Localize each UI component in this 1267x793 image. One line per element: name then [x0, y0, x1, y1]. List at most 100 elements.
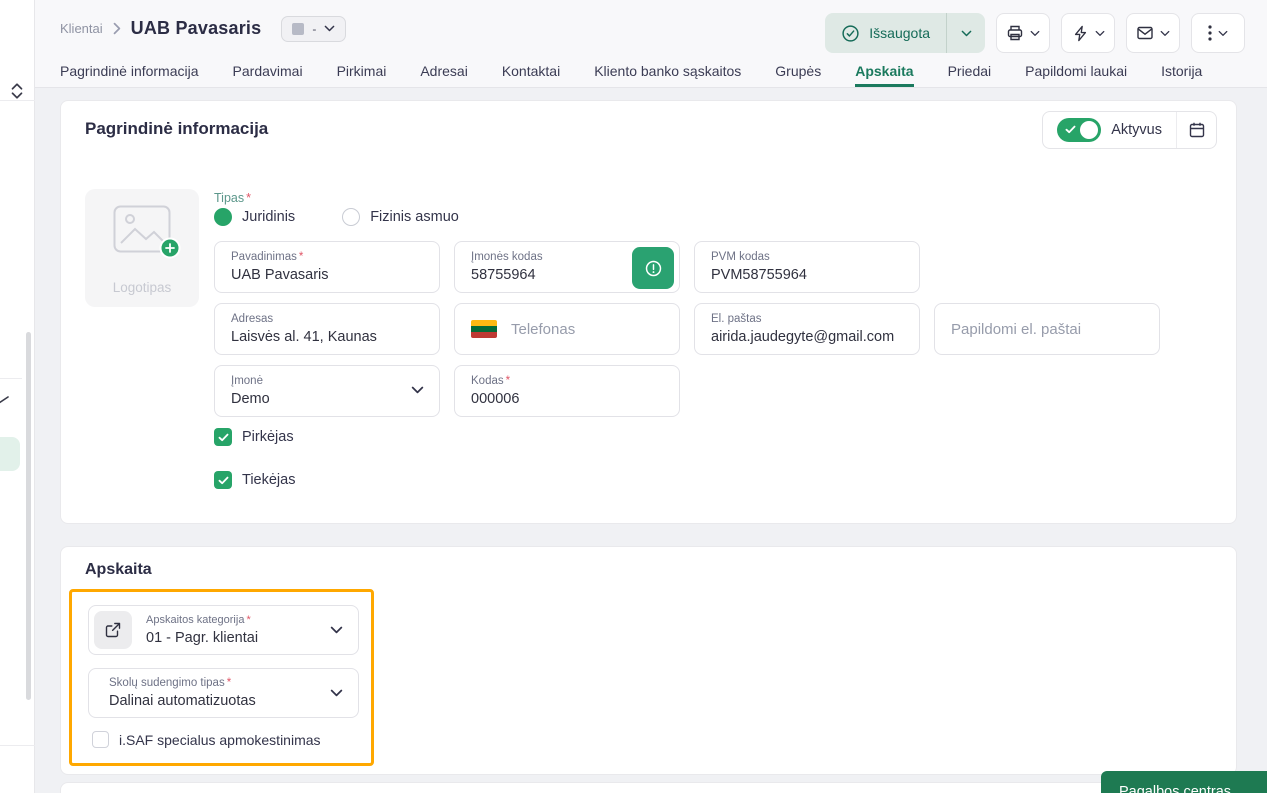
help-center-button[interactable]: Pagalbos centras [1101, 771, 1267, 793]
telefonas-field[interactable]: Telefonas [454, 303, 680, 355]
chevron-down-icon[interactable] [947, 13, 985, 53]
field-placeholder: Papildomi el. paštai [951, 321, 1081, 338]
field-value: Dalinai automatizuotas [109, 691, 344, 712]
chevron-down-icon [324, 25, 335, 32]
papildomi-el-pastai-field[interactable]: Papildomi el. paštai [934, 303, 1160, 355]
type-radio-group: Juridinis Fizinis asmuo [214, 208, 459, 226]
radio-juridinis-label[interactable]: Juridinis [242, 209, 295, 225]
main-info-card: Pagrindinė informacija Aktyvus Logotipas [60, 100, 1237, 524]
unfold-icon[interactable] [9, 82, 25, 100]
field-value: Demo [231, 389, 425, 410]
tab-kliento-banko-saskaitos[interactable]: Kliento banko sąskaitos [594, 57, 741, 87]
tab-bar: Pagrindinė informacija Pardavimai Pirkim… [35, 57, 1267, 88]
sidebar-partial-icon [0, 395, 12, 407]
registry-check-button[interactable] [632, 247, 674, 289]
tiekejas-checkbox-row[interactable]: Tiekėjas [214, 471, 295, 489]
tab-pagrindine-informacija[interactable]: Pagrindinė informacija [60, 57, 199, 87]
actions-dropdown-button[interactable] [1061, 13, 1115, 53]
field-value: UAB Pavasaris [231, 265, 425, 286]
open-category-button[interactable] [94, 611, 132, 649]
sidebar [0, 0, 35, 793]
checkbox-checked-icon[interactable] [214, 428, 232, 446]
chevron-down-icon [1218, 30, 1228, 37]
tab-apskaita[interactable]: Apskaita [855, 57, 913, 87]
chevron-down-icon [330, 626, 343, 634]
tab-adresai[interactable]: Adresai [420, 57, 467, 87]
breadcrumb-parent-link[interactable]: Klientai [60, 21, 103, 36]
pavadinimas-field[interactable]: Pavadinimas* UAB Pavasaris [214, 241, 440, 293]
radio-fizinis-asmuo-label[interactable]: Fizinis asmuo [370, 209, 459, 225]
saved-status-label: Išsaugota [869, 25, 930, 41]
field-label: Kodas* [471, 374, 665, 388]
check-circle-icon [841, 24, 860, 43]
email-dropdown-button[interactable] [1126, 13, 1180, 53]
highlighted-section: Apskaitos kategorija* 01 - Pagr. klienta… [69, 589, 374, 766]
calendar-icon [1188, 121, 1206, 139]
tab-grupes[interactable]: Grupės [775, 57, 821, 87]
sidebar-divider [0, 378, 22, 379]
tab-istorija[interactable]: Istorija [1161, 57, 1202, 87]
active-toggle-label: Aktyvus [1111, 122, 1162, 138]
logo-upload[interactable]: Logotipas [85, 189, 199, 307]
apskaitos-kategorija-select[interactable]: Apskaitos kategorija* 01 - Pagr. klienta… [88, 605, 359, 655]
lightning-icon [1072, 25, 1089, 42]
field-label: PVM kodas [711, 250, 905, 264]
field-value: 000006 [471, 389, 665, 410]
tab-pirkimai[interactable]: Pirkimai [337, 57, 387, 87]
radio-juridinis[interactable] [214, 208, 232, 226]
next-card-partial [60, 782, 1237, 793]
type-field-label: Tipas* [214, 191, 251, 205]
color-tag-value: - [312, 22, 316, 36]
color-tag-dropdown[interactable]: - [281, 16, 346, 42]
pirkejas-checkbox-row[interactable]: Pirkėjas [214, 428, 294, 446]
toggle-switch[interactable] [1057, 118, 1101, 142]
card-title: Apskaita [85, 561, 152, 579]
toggle-knob [1080, 121, 1098, 139]
chevron-down-icon [1095, 30, 1105, 37]
saved-status-button[interactable]: Išsaugota [825, 13, 985, 53]
tab-kontaktai[interactable]: Kontaktai [502, 57, 560, 87]
apskaita-card: Apskaita Apskaitos kategorija* 01 - Pagr… [60, 546, 1237, 775]
checkbox-label: Tiekėjas [242, 472, 295, 488]
chevron-down-icon [1030, 30, 1040, 37]
checkbox-label: Pirkėjas [242, 429, 294, 445]
radio-fizinis-asmuo[interactable] [342, 208, 360, 226]
page-title: UAB Pavasaris [131, 18, 262, 39]
imone-select[interactable]: Įmonė Demo [214, 365, 440, 417]
checkbox-checked-icon[interactable] [214, 471, 232, 489]
print-dropdown-button[interactable] [996, 13, 1050, 53]
chevron-down-icon [411, 386, 424, 394]
chevron-down-icon [330, 689, 343, 697]
el-pastas-field[interactable]: El. paštas airida.jaudegyte@gmail.com [694, 303, 920, 355]
isaf-checkbox-row[interactable]: i.SAF specialus apmokestinimas [92, 731, 321, 748]
checkbox-unchecked-icon[interactable] [92, 731, 109, 748]
imones-kodas-field[interactable]: Įmonės kodas 58755964 [454, 241, 680, 293]
tab-pardavimai[interactable]: Pardavimai [233, 57, 303, 87]
validity-calendar-button[interactable] [1176, 112, 1216, 148]
active-toggle[interactable]: Aktyvus [1043, 112, 1176, 148]
field-value: 01 - Pagr. klientai [146, 628, 258, 649]
field-label: Adresas [231, 312, 425, 326]
sidebar-active-item[interactable] [0, 437, 20, 471]
adresas-field[interactable]: Adresas Laisvės al. 41, Kaunas [214, 303, 440, 355]
field-value: Laisvės al. 41, Kaunas [231, 327, 425, 348]
add-logo-icon[interactable] [159, 237, 181, 259]
saved-status-main[interactable]: Išsaugota [825, 13, 946, 53]
lithuania-flag-icon[interactable] [471, 320, 497, 338]
card-title: Pagrindinė informacija [85, 119, 268, 139]
more-options-button[interactable] [1191, 13, 1245, 53]
field-value: airida.jaudegyte@gmail.com [711, 327, 905, 348]
skolu-sudengimo-tipas-select[interactable]: Skolų sudengimo tipas* Dalinai automatiz… [88, 668, 359, 718]
select-content: Apskaitos kategorija* 01 - Pagr. klienta… [146, 611, 258, 649]
kodas-field[interactable]: Kodas* 000006 [454, 365, 680, 417]
breadcrumb: Klientai UAB Pavasaris - [60, 0, 346, 57]
sidebar-top-section [0, 0, 35, 101]
sidebar-scrollbar[interactable] [26, 332, 31, 700]
sidebar-divider-bottom [0, 745, 35, 746]
field-label: Įmonė [231, 374, 425, 388]
pvm-kodas-field[interactable]: PVM kodas PVM58755964 [694, 241, 920, 293]
tab-priedai[interactable]: Priedai [948, 57, 992, 87]
tab-papildomi-laukai[interactable]: Papildomi laukai [1025, 57, 1127, 87]
check-icon [1065, 125, 1076, 134]
field-label: El. paštas [711, 312, 905, 326]
